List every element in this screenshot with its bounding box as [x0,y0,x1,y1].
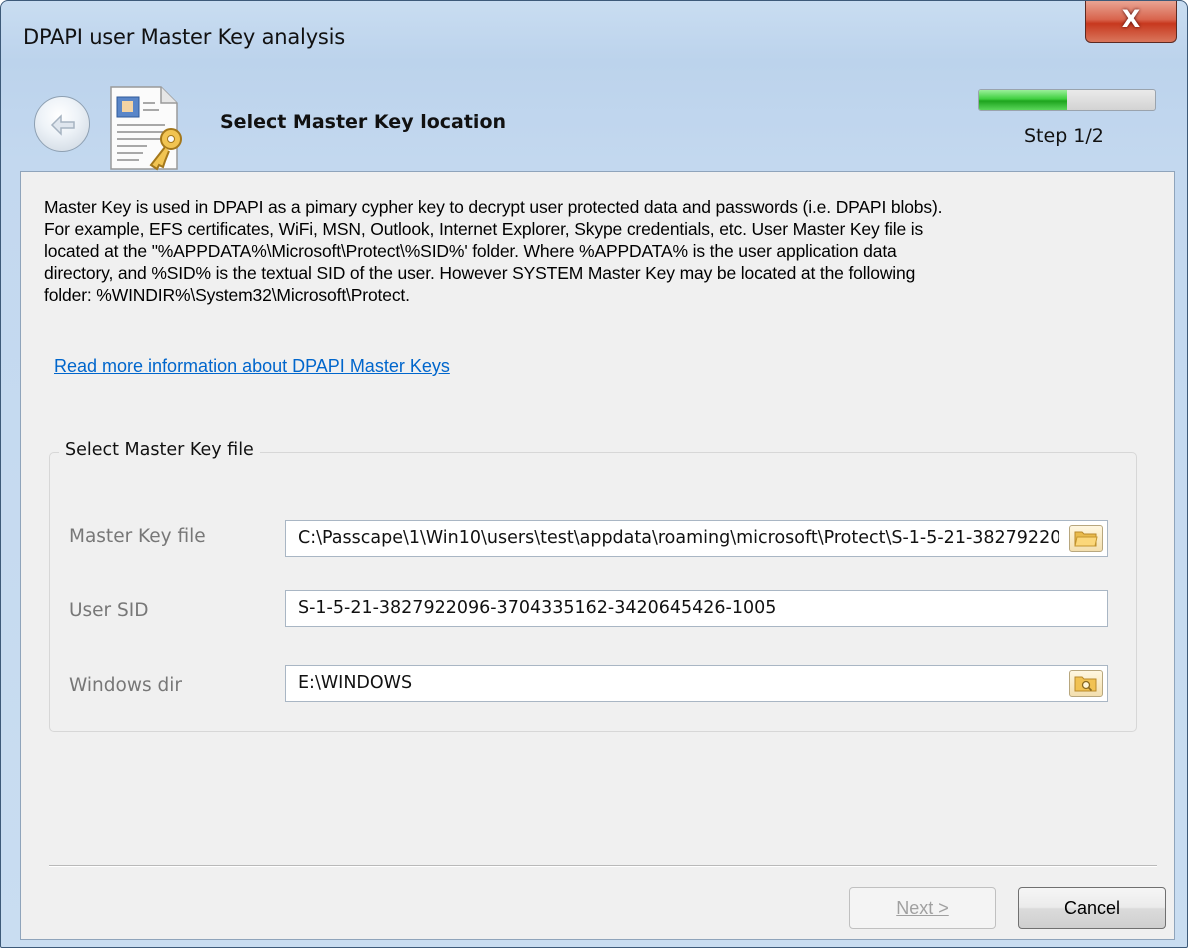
back-arrow-icon [50,114,75,136]
user-sid-input[interactable]: S-1-5-21-3827922096-3704335162-342064542… [285,590,1108,627]
progress-fill [979,90,1067,110]
description-line: located at the "%APPDATA%\Microsoft\Prot… [44,241,897,261]
cancel-button[interactable]: Cancel [1018,887,1166,929]
user-sid-value: S-1-5-21-3827922096-3704335162-342064542… [298,598,777,618]
footer-separator [49,865,1157,867]
content-panel: Master Key is used in DPAPI as a pimary … [20,171,1175,940]
window-title: DPAPI user Master Key analysis [23,25,346,49]
page-title: Select Master Key location [220,111,507,133]
description-line: folder: %WINDIR%\System32\Microsoft\Prot… [44,285,410,305]
description-line: Master Key is used in DPAPI as a pimary … [44,197,943,217]
next-button-label: Next > [896,898,949,918]
master-key-file-value: C:\Passcape\1\Win10\users\test\appdata\r… [298,528,1059,548]
description-text: Master Key is used in DPAPI as a pimary … [44,196,1164,306]
close-button[interactable]: X [1085,1,1177,43]
read-more-link[interactable]: Read more information about DPAPI Master… [54,356,450,377]
close-icon: X [1121,5,1141,33]
step-progress-bar [978,89,1156,111]
windows-dir-input[interactable]: E:\WINDOWS [285,665,1108,702]
folder-open-icon [1074,531,1098,547]
folder-browse-icon [1074,676,1097,692]
dialog-window: DPAPI user Master Key analysis X Select … [0,0,1188,948]
browse-master-key-button[interactable] [1069,525,1103,552]
browse-windows-dir-button[interactable] [1069,670,1103,697]
step-indicator: Step 1/2 [1024,125,1104,147]
back-button[interactable] [34,96,90,152]
windows-dir-value: E:\WINDOWS [298,673,413,693]
groupbox-title: Select Master Key file [59,440,260,460]
title-bar: DPAPI user Master Key analysis X [1,1,1187,77]
master-key-file-label: Master Key file [69,526,206,547]
description-line: directory, and %SID% is the textual SID … [44,263,916,283]
next-button[interactable]: Next > [849,887,996,929]
windows-dir-label: Windows dir [69,675,182,696]
description-line: For example, EFS certificates, WiFi, MSN… [44,219,924,239]
document-key-icon [103,83,195,175]
user-sid-label: User SID [69,600,149,621]
master-key-file-input[interactable]: C:\Passcape\1\Win10\users\test\appdata\r… [285,520,1108,557]
